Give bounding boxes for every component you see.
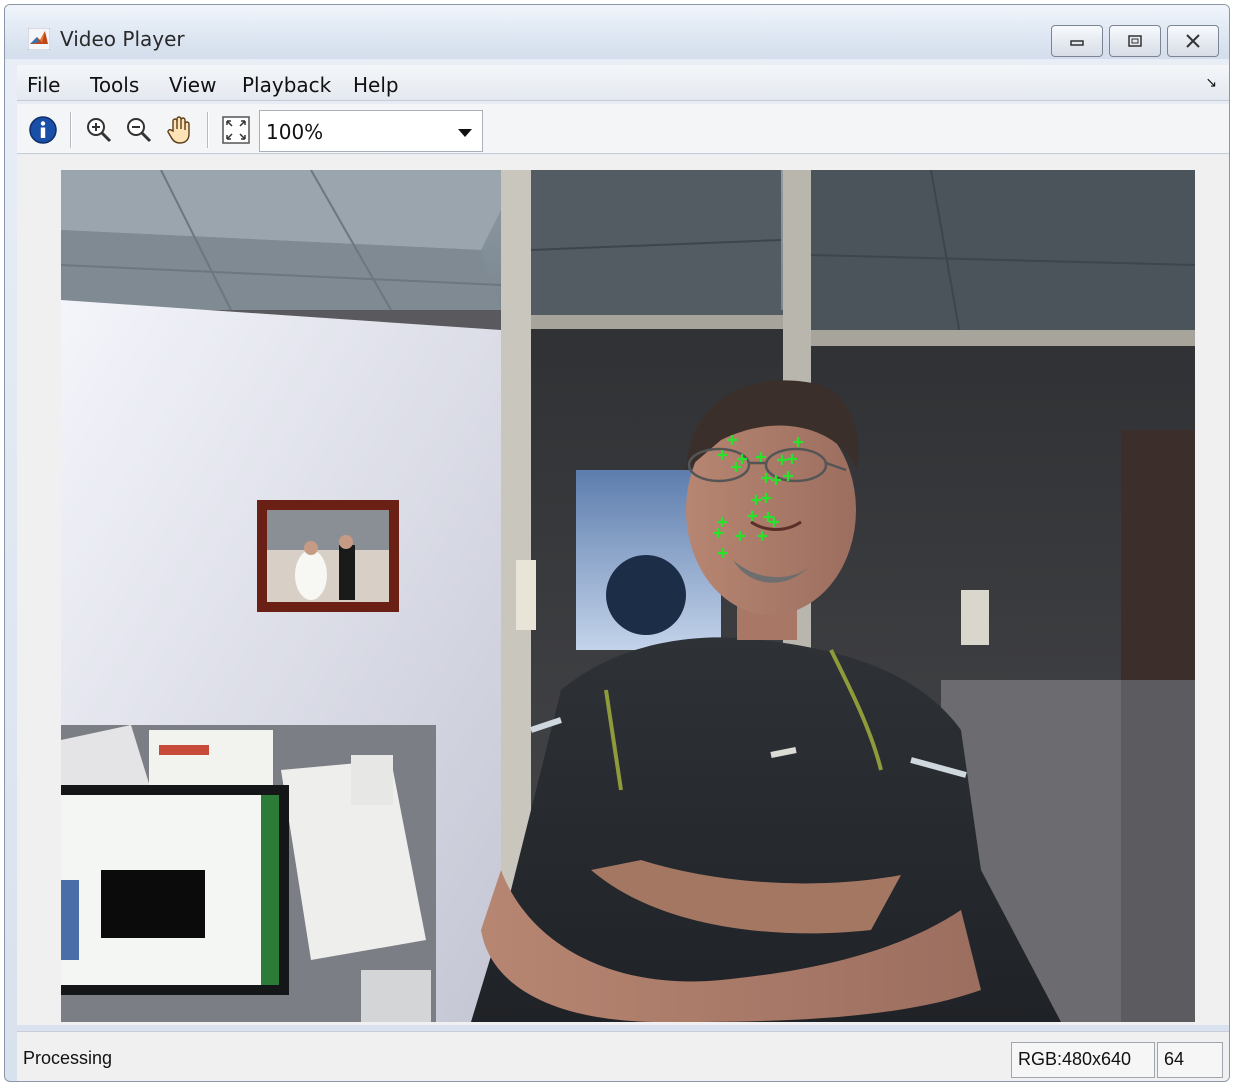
restore-icon [1128,35,1142,47]
toolbar-separator [207,112,209,148]
zoom-in-icon [87,118,112,143]
zoom-out-button[interactable] [123,114,155,146]
matlab-logo-icon [28,28,50,50]
close-icon [1186,34,1200,48]
minimize-icon [1070,40,1084,46]
fit-to-window-button[interactable] [220,114,252,146]
video-frame[interactable] [61,170,1195,1022]
zoom-level-dropdown[interactable]: 100% [259,110,483,152]
info-icon [29,116,57,144]
minimize-button[interactable] [1051,25,1103,57]
pan-button[interactable] [163,114,195,146]
pan-hand-icon [167,116,190,144]
menu-help[interactable]: Help [353,73,399,97]
format-field: RGB:480x640 [1011,1042,1155,1078]
window-title: Video Player [60,27,185,51]
toolbar-separator [70,112,72,148]
chevron-down-icon [458,129,472,137]
fit-to-window-icon [222,116,250,144]
menu-view[interactable]: View [169,73,216,97]
toolbar: 100% [17,104,1229,154]
menu-bar: File Tools View Playback Help ↘ [17,65,1229,101]
menu-file[interactable]: File [27,73,60,97]
video-frame-image [61,170,1195,1022]
zoom-out-icon [127,118,152,143]
title-bar[interactable]: Video Player [5,5,1229,59]
status-bar: Processing RGB:480x640 64 [17,1031,1229,1081]
undock-arrow-icon[interactable]: ↘ [1205,75,1217,91]
status-text: Processing [23,1048,113,1068]
info-button[interactable] [27,114,59,146]
zoom-in-button[interactable] [83,114,115,146]
video-viewport[interactable] [17,155,1229,1025]
video-player-window: Video Player File Tools View Playback He… [4,4,1230,1082]
restore-button[interactable] [1109,25,1161,57]
frame-count-field: 64 [1157,1042,1223,1078]
menu-tools[interactable]: Tools [90,73,139,97]
menu-playback[interactable]: Playback [242,73,331,97]
zoom-level-value: 100% [266,120,324,144]
close-button[interactable] [1167,25,1219,57]
